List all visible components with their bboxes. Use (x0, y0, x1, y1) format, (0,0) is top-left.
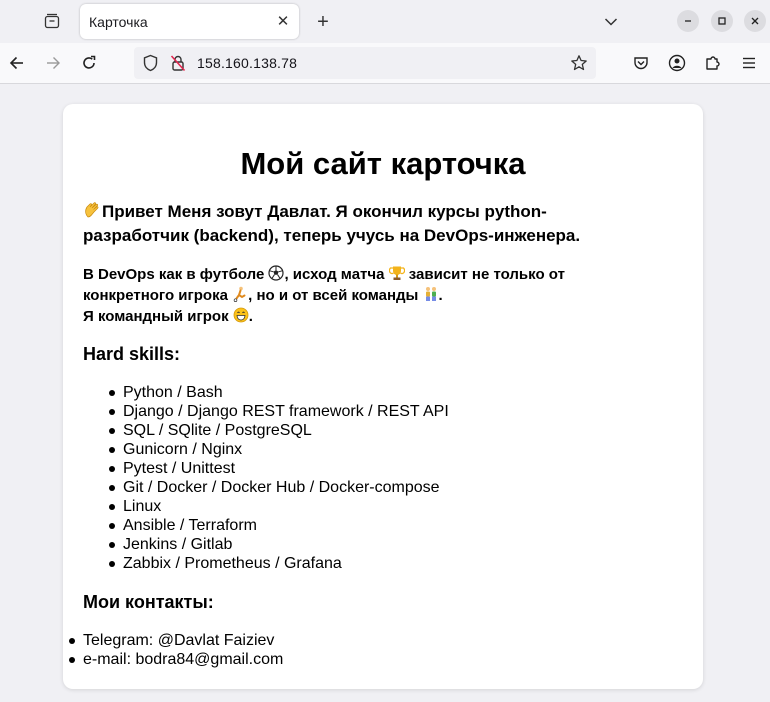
list-item: Linux (109, 497, 449, 516)
minimize-button[interactable] (677, 10, 699, 32)
url-text[interactable]: 158.160.138.78 (197, 55, 297, 71)
contacts-heading: Мои контакты: (83, 592, 214, 612)
trophy-icon (388, 265, 405, 286)
list-item: SQL / SQlite / PostgreSQL (109, 421, 449, 440)
pocket-icon (634, 57, 648, 70)
arrow-left-icon (9, 56, 23, 70)
close-icon (751, 17, 759, 25)
back-button[interactable] (5, 51, 29, 75)
bookmark-star-icon[interactable] (570, 54, 588, 77)
tab-strip: Карточка ✕ + (0, 0, 770, 43)
devops-paragraph: В DevOps как в футболе , исход матча зав… (83, 265, 643, 328)
maximize-icon (718, 17, 726, 25)
kicking-player-icon (232, 286, 248, 307)
firefox-view-button[interactable] (38, 8, 66, 34)
soccer-ball-icon (268, 265, 285, 286)
hamburger-menu-icon (743, 57, 755, 69)
close-tab-icon[interactable]: ✕ (273, 11, 293, 31)
devops-text-5: . (438, 287, 443, 304)
tab-active[interactable]: Карточка ✕ (80, 4, 299, 39)
devops-text-4: , но и от всей команды (248, 287, 419, 304)
hard-skills-heading: Hard skills: (83, 344, 181, 364)
contact-telegram: Telegram: @Davlat Faiziev (68, 631, 283, 650)
list-item: Zabbix / Prometheus / Grafana (109, 554, 449, 573)
team-icon (423, 286, 439, 307)
devops-text-1: В DevOps как в футболе (83, 266, 265, 283)
intro-sentence: Привет Меня зовут Давлат. Я окончил курс… (83, 202, 581, 245)
contact-email: e-mail: bodra84@gmail.com (68, 651, 284, 668)
list-item: Gunicorn / Nginx (109, 440, 449, 459)
grinning-face-icon (233, 307, 249, 328)
insecure-lock-icon[interactable] (169, 54, 187, 77)
list-all-tabs-button[interactable] (598, 9, 624, 35)
chevron-down-icon (604, 18, 618, 26)
list-item: Pytest / Unittest (109, 459, 449, 478)
devops-text-2: , исход матча (284, 266, 385, 283)
list-item: Django / Django REST framework / REST AP… (109, 403, 449, 420)
list-item: Python / Bash (109, 383, 449, 402)
new-tab-button[interactable]: + (310, 9, 336, 35)
team-player-text: Я командный игрок (83, 308, 229, 325)
tab-title: Карточка (89, 13, 148, 30)
skills-list: Python / Bash Django / Django REST frame… (109, 383, 449, 573)
intro-text: Привет Меня зовут Давлат. Я окончил курс… (83, 201, 643, 247)
contacts-list: Telegram: @Davlat Faiziev e-mail: bodra8… (68, 631, 284, 669)
pocket-button[interactable] (629, 51, 653, 75)
minimize-icon (685, 20, 691, 22)
close-window-button[interactable] (744, 10, 766, 32)
extensions-button[interactable] (701, 51, 725, 75)
list-item: Ansible / Terraform (109, 516, 449, 535)
account-icon (668, 54, 686, 72)
reload-icon (83, 55, 96, 69)
maximize-button[interactable] (711, 10, 733, 32)
url-bar[interactable]: 158.160.138.78 (134, 47, 596, 79)
list-item: Git / Docker / Docker Hub / Docker-compo… (109, 478, 449, 497)
waving-hand-icon (83, 201, 102, 225)
account-button[interactable] (665, 51, 689, 75)
navigation-toolbar: 158.160.138.78 (0, 43, 770, 84)
list-item: Jenkins / Gitlab (109, 535, 449, 554)
firefox-view-icon (44, 13, 60, 29)
team-player-period: . (248, 308, 253, 325)
arrow-right-icon (47, 57, 60, 69)
shield-icon[interactable] (142, 54, 159, 77)
forward-button[interactable] (41, 51, 65, 75)
page-title: Мой сайт карточка (240, 146, 526, 181)
menu-button[interactable] (737, 51, 761, 75)
reload-button[interactable] (77, 51, 101, 75)
puzzle-icon (706, 56, 720, 70)
